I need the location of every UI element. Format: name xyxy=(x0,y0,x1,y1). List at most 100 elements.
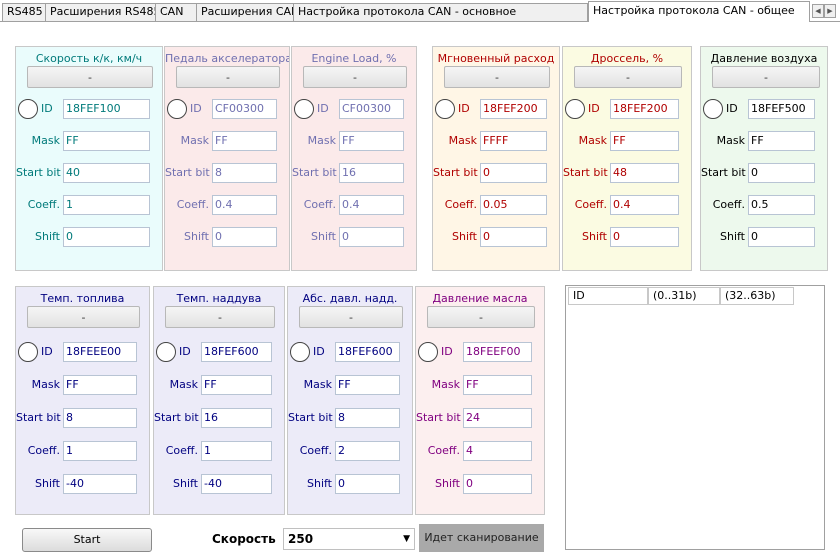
field-label-id: ID xyxy=(726,102,738,115)
id-radio-icon[interactable] xyxy=(703,99,723,119)
id-input[interactable]: 18FEF200 xyxy=(610,99,679,119)
table-header-bits-32-63[interactable]: (32..63b) xyxy=(720,287,794,305)
shift-input[interactable]: 0 xyxy=(63,227,150,247)
mask-input[interactable]: FF xyxy=(610,131,679,151)
coeff-input[interactable]: 0.4 xyxy=(339,195,404,215)
tab-can-protocol-general[interactable]: Настройка протокола CAN - общее xyxy=(588,1,810,22)
shift-input[interactable]: 0 xyxy=(610,227,679,247)
parameter-value-button[interactable]: - xyxy=(27,66,153,88)
tab-can[interactable]: CAN xyxy=(155,3,197,21)
parameter-value-button[interactable]: - xyxy=(299,306,403,328)
mask-input[interactable]: FF xyxy=(335,375,400,395)
mask-input[interactable]: FF xyxy=(63,131,150,151)
field-label-coeff: Coeff. xyxy=(299,444,332,457)
parameter-value-button[interactable]: - xyxy=(176,66,280,88)
shift-input[interactable]: -40 xyxy=(63,474,137,494)
id-radio-icon[interactable] xyxy=(290,342,310,362)
start-bit-input[interactable]: 0 xyxy=(480,163,547,183)
start-bit-input[interactable]: 8 xyxy=(212,163,277,183)
coeff-input[interactable]: 0.05 xyxy=(480,195,547,215)
field-label-mask: Mask xyxy=(169,378,198,391)
parameter-value-button[interactable]: - xyxy=(303,66,407,88)
can-data-table[interactable]: ID (0..31b) (32..63b) xyxy=(565,285,825,550)
coeff-input[interactable]: 0.4 xyxy=(212,195,277,215)
shift-input[interactable]: 0 xyxy=(212,227,277,247)
field-label-coeff: Coeff. xyxy=(574,198,607,211)
tab-rs485-extensions[interactable]: Расширения RS485 xyxy=(45,3,156,21)
table-header-id[interactable]: ID xyxy=(568,287,648,305)
field-label-mask: Mask xyxy=(307,134,336,147)
parameter-panel: Темп. топлива - ID 18FEEE00 Mask FF Start bit 8… xyxy=(15,286,150,515)
start-bit-input[interactable]: 40 xyxy=(63,163,150,183)
shift-input[interactable]: -40 xyxy=(201,474,272,494)
field-label-coeff: Coeff. xyxy=(303,198,336,211)
mask-input[interactable]: FF xyxy=(748,131,815,151)
id-input[interactable]: 18FEEE00 xyxy=(63,342,137,362)
parameter-title: Давление масла xyxy=(432,292,528,305)
id-input[interactable]: 18FEF600 xyxy=(335,342,400,362)
id-radio-icon[interactable] xyxy=(418,342,438,362)
field-label-shift: Shift xyxy=(451,230,477,243)
start-button[interactable]: Start xyxy=(22,528,152,552)
chevron-down-icon[interactable]: ▼ xyxy=(403,529,410,549)
id-radio-icon[interactable] xyxy=(435,99,455,119)
coeff-input[interactable]: 0.4 xyxy=(610,195,679,215)
start-bit-input[interactable]: 16 xyxy=(339,163,404,183)
field-label-mask: Mask xyxy=(578,134,607,147)
tab-scroll-left-icon[interactable]: ◀ xyxy=(812,4,824,18)
coeff-input[interactable]: 4 xyxy=(463,441,532,461)
id-radio-icon[interactable] xyxy=(18,99,38,119)
mask-input[interactable]: FF xyxy=(212,131,277,151)
id-input[interactable]: 18FEF100 xyxy=(63,99,150,119)
field-label-start-bit: Start bit xyxy=(416,411,461,424)
parameter-panel: Дроссель, % - ID 18FEF200 Mask FF Start bit 48 C… xyxy=(562,46,692,271)
shift-input[interactable]: 0 xyxy=(335,474,400,494)
start-bit-input[interactable]: 24 xyxy=(463,408,532,428)
id-input[interactable]: 18FEF200 xyxy=(480,99,547,119)
start-bit-input[interactable]: 48 xyxy=(610,163,679,183)
parameter-value-button[interactable]: - xyxy=(444,66,550,88)
id-radio-icon[interactable] xyxy=(156,342,176,362)
table-header-bits-0-31[interactable]: (0..31b) xyxy=(648,287,720,305)
mask-input[interactable]: FF xyxy=(63,375,137,395)
shift-input[interactable]: 0 xyxy=(463,474,532,494)
coeff-input[interactable]: 1 xyxy=(63,441,137,461)
id-input[interactable]: 18FEF500 xyxy=(748,99,815,119)
field-label-shift: Shift xyxy=(183,230,209,243)
start-bit-input[interactable]: 8 xyxy=(63,408,137,428)
coeff-input[interactable]: 2 xyxy=(335,441,400,461)
id-radio-icon[interactable] xyxy=(18,342,38,362)
mask-input[interactable]: FFFF xyxy=(480,131,547,151)
parameter-value-button[interactable]: - xyxy=(427,306,535,328)
id-input[interactable]: 18FEF600 xyxy=(201,342,272,362)
start-bit-input[interactable]: 16 xyxy=(201,408,272,428)
shift-input[interactable]: 0 xyxy=(339,227,404,247)
field-label-mask: Mask xyxy=(303,378,332,391)
shift-input[interactable]: 0 xyxy=(748,227,815,247)
parameter-value-button[interactable]: - xyxy=(27,306,140,328)
coeff-input[interactable]: 1 xyxy=(201,441,272,461)
tab-can-extensions[interactable]: Расширения CAN xyxy=(196,3,294,21)
start-bit-input[interactable]: 8 xyxy=(335,408,400,428)
shift-input[interactable]: 0 xyxy=(480,227,547,247)
parameter-value-button[interactable]: - xyxy=(165,306,275,328)
parameter-value-button[interactable]: - xyxy=(712,66,820,88)
coeff-input[interactable]: 1 xyxy=(63,195,150,215)
speed-select[interactable]: 250 ▼ xyxy=(283,528,415,550)
tab-can-protocol-main[interactable]: Настройка протокола CAN - основное xyxy=(293,3,588,21)
field-label-id: ID xyxy=(441,345,453,358)
parameter-value-button[interactable]: - xyxy=(574,66,682,88)
mask-input[interactable]: FF xyxy=(463,375,532,395)
tab-rs485[interactable]: RS485 xyxy=(2,3,46,21)
start-bit-input[interactable]: 0 xyxy=(748,163,815,183)
coeff-input[interactable]: 0.5 xyxy=(748,195,815,215)
id-radio-icon[interactable] xyxy=(167,99,187,119)
id-radio-icon[interactable] xyxy=(565,99,585,119)
id-radio-icon[interactable] xyxy=(294,99,314,119)
id-input[interactable]: CF00300 xyxy=(212,99,277,119)
mask-input[interactable]: FF xyxy=(339,131,404,151)
id-input[interactable]: 18FEEF00 xyxy=(463,342,532,362)
id-input[interactable]: CF00300 xyxy=(339,99,404,119)
mask-input[interactable]: FF xyxy=(201,375,272,395)
tab-scroll-right-icon[interactable]: ▶ xyxy=(824,4,836,18)
